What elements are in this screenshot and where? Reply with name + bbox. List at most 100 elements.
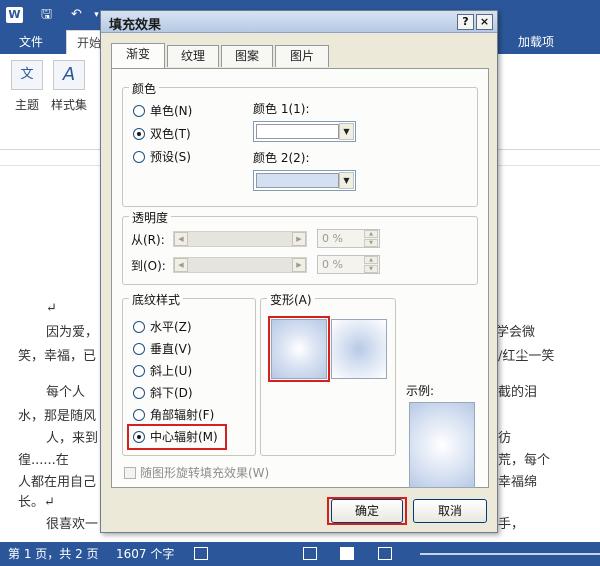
- radio-diagonal-up[interactable]: 斜上(U): [133, 363, 192, 379]
- radio-horizontal-circle[interactable]: [133, 321, 145, 333]
- from-value: 0 %: [322, 232, 343, 245]
- radio-one-color-circle[interactable]: [133, 105, 145, 117]
- color2-dropdown[interactable]: ▼: [253, 170, 356, 191]
- spin-up-icon[interactable]: ▲: [364, 256, 378, 264]
- radio-preset-circle[interactable]: [133, 151, 145, 163]
- radio-one-color-label: 单色(N): [150, 104, 193, 118]
- radio-diagonal-down-label: 斜下(D): [150, 386, 193, 400]
- colors-group: 颜色 单色(N) 双色(T) 预设(S) 颜色 1(1): ▼ 颜色 2(2):…: [122, 80, 478, 207]
- spin-up-icon[interactable]: ▲: [364, 230, 378, 238]
- transparency-group: 透明度 从(R): ◀ ▶ 0 % ▲ ▼ 到(O): ◀ ▶ 0 % ▲ ▼: [122, 209, 478, 285]
- color1-dropdown[interactable]: ▼: [253, 121, 356, 142]
- radio-horizontal[interactable]: 水平(Z): [133, 319, 192, 335]
- doc-line-right: 手，: [498, 517, 525, 532]
- variant-2[interactable]: [331, 319, 387, 379]
- radio-diagonal-down[interactable]: 斜下(D): [133, 385, 193, 401]
- doc-line: 很喜欢一: [46, 517, 99, 532]
- spin-down-icon[interactable]: ▼: [364, 239, 378, 247]
- style-set-icon: A: [53, 60, 85, 90]
- word-logo-icon: W: [6, 7, 23, 23]
- radio-diagonal-up-circle[interactable]: [133, 365, 145, 377]
- dialog-title-bar: 填充效果 ? ×: [101, 11, 497, 33]
- to-value: 0 %: [322, 258, 343, 271]
- variant-1-highlight: [268, 316, 330, 382]
- sample-label: 示例:: [406, 384, 435, 398]
- radio-preset-label: 预设(S): [150, 150, 191, 164]
- status-bar: 第 1 页，共 2 页 1607 个字: [0, 542, 600, 566]
- to-spinbox[interactable]: 0 % ▲ ▼: [317, 255, 380, 274]
- doc-line-right: 荒，每个: [498, 453, 551, 468]
- radio-one-color[interactable]: 单色(N): [133, 103, 192, 119]
- slider-right-arrow-icon[interactable]: ▶: [292, 232, 306, 246]
- doc-line: 徨......在: [18, 453, 69, 468]
- undo-icon[interactable]: ↶: [68, 7, 85, 23]
- doc-line: 人都在用自己: [18, 475, 97, 490]
- ok-button-highlight: [327, 497, 407, 525]
- slider-left-arrow-icon[interactable]: ◀: [174, 232, 188, 246]
- chevron-down-icon[interactable]: ▼: [339, 172, 354, 189]
- radio-from-corner-label: 角部辐射(F): [150, 408, 215, 422]
- chevron-down-icon[interactable]: ▼: [339, 123, 354, 140]
- rotate-with-shape-box[interactable]: [124, 467, 136, 479]
- doc-line: ↵: [46, 301, 57, 316]
- color2-swatch: [256, 173, 339, 188]
- radio-diagonal-down-circle[interactable]: [133, 387, 145, 399]
- radio-two-colors-circle[interactable]: [133, 128, 145, 140]
- status-page-count[interactable]: 第 1 页，共 2 页: [8, 542, 99, 566]
- radio-vertical-label: 垂直(V): [150, 342, 192, 356]
- radio-vertical-circle[interactable]: [133, 343, 145, 355]
- doc-line: 每个人: [46, 385, 86, 400]
- proofing-icon[interactable]: [194, 547, 208, 560]
- print-layout-icon[interactable]: [340, 547, 354, 560]
- cancel-button[interactable]: 取消: [413, 499, 487, 523]
- tab-gradient[interactable]: 渐变: [111, 43, 165, 68]
- radio-from-corner-circle[interactable]: [133, 409, 145, 421]
- web-layout-icon[interactable]: [378, 547, 392, 560]
- save-icon[interactable]: 🖫: [38, 7, 55, 23]
- theme-label: 主题: [14, 98, 39, 112]
- tab-file[interactable]: 文件: [0, 30, 62, 54]
- radio-horizontal-label: 水平(Z): [150, 320, 192, 334]
- slider-left-arrow-icon[interactable]: ◀: [174, 258, 188, 272]
- gradient-panel: 颜色 单色(N) 双色(T) 预设(S) 颜色 1(1): ▼ 颜色 2(2):…: [111, 68, 489, 488]
- from-slider[interactable]: ◀ ▶: [173, 231, 307, 247]
- rotate-with-shape-label: 随图形旋转填充效果(W): [140, 466, 270, 480]
- doc-line-right: 学会微: [496, 325, 536, 340]
- read-mode-icon[interactable]: [303, 547, 317, 560]
- radio-two-colors-label: 双色(T): [150, 127, 191, 141]
- close-button[interactable]: ×: [476, 14, 493, 30]
- doc-line: 笑，幸福，已: [18, 349, 97, 364]
- from-center-highlight: [127, 424, 227, 450]
- shading-styles-legend: 底纹样式: [129, 291, 184, 308]
- radio-two-colors[interactable]: 双色(T): [133, 126, 191, 142]
- theme-button[interactable]: 文 主题: [6, 60, 48, 113]
- radio-from-corner[interactable]: 角部辐射(F): [133, 407, 214, 423]
- style-set-button[interactable]: A 样式集: [48, 60, 90, 113]
- radio-vertical[interactable]: 垂直(V): [133, 341, 192, 357]
- slider-right-arrow-icon[interactable]: ▶: [292, 258, 306, 272]
- tab-addins[interactable]: 加载项: [508, 30, 564, 54]
- status-word-count[interactable]: 1607 个字: [116, 542, 174, 566]
- from-label: 从(R):: [131, 233, 165, 247]
- tab-texture[interactable]: 纹理: [167, 45, 219, 67]
- doc-line: 长。↵: [18, 495, 55, 510]
- to-slider[interactable]: ◀ ▶: [173, 257, 307, 273]
- rotate-with-shape-checkbox[interactable]: 随图形旋转填充效果(W): [124, 464, 269, 481]
- tab-picture[interactable]: 图片: [275, 45, 329, 67]
- to-label: 到(O):: [131, 259, 166, 273]
- doc-line: 因为爱，: [46, 325, 99, 340]
- from-spinbox[interactable]: 0 % ▲ ▼: [317, 229, 380, 248]
- doc-line-right: 幸福绵: [498, 475, 538, 490]
- shading-styles-group: 底纹样式 水平(Z) 垂直(V) 斜上(U) 斜下(D) 角部辐射(F) 中心辐…: [122, 291, 256, 456]
- help-button[interactable]: ?: [457, 14, 474, 30]
- variants-group: 变形(A): [260, 291, 396, 456]
- transparency-legend: 透明度: [129, 209, 172, 226]
- theme-icon: 文: [11, 60, 43, 90]
- doc-line-right: 截的泪: [498, 385, 538, 400]
- tab-pattern[interactable]: 图案: [221, 45, 273, 67]
- style-set-label: 样式集: [50, 98, 87, 112]
- zoom-slider[interactable]: [420, 553, 600, 555]
- color1-swatch: [256, 124, 339, 139]
- radio-preset[interactable]: 预设(S): [133, 149, 191, 165]
- spin-down-icon[interactable]: ▼: [364, 265, 378, 273]
